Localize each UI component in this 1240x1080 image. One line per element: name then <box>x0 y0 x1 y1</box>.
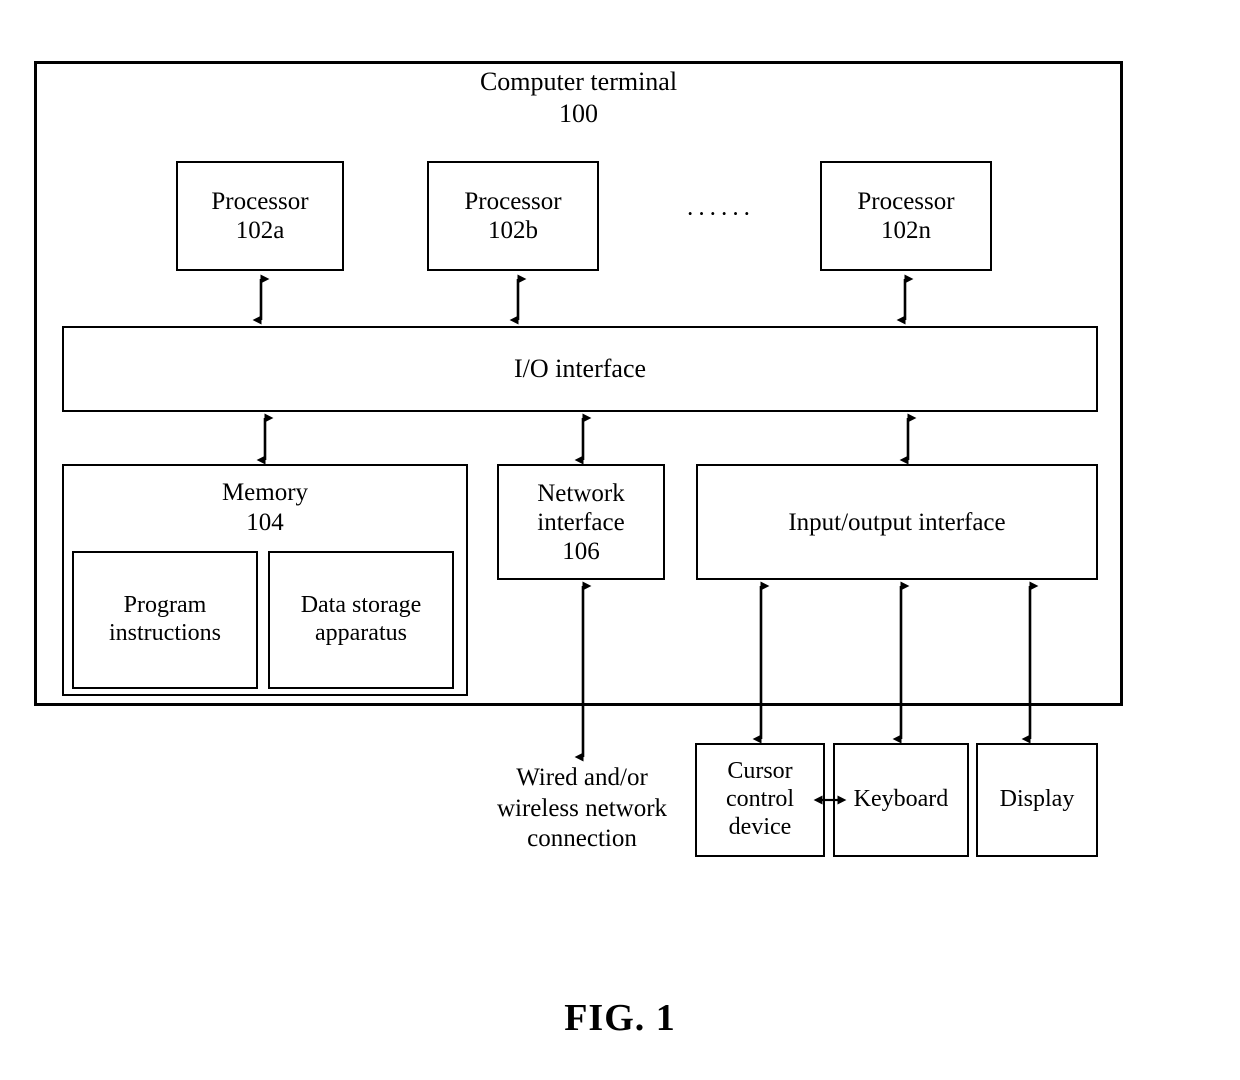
keyboard-label: Keyboard <box>853 786 949 813</box>
figure-caption: FIG. 1 <box>564 997 676 1039</box>
program-instructions-label: Program instructions <box>109 592 221 646</box>
processor-102a-box[interactable]: Processor 102a <box>176 161 344 271</box>
figure-page: Computer terminal 100 Processor 102a Pro… <box>0 0 1240 1080</box>
network-interface-label: Network interface 106 <box>537 479 625 565</box>
display-label: Display <box>999 786 1075 813</box>
network-connection-label: Wired and/or wireless network connection <box>496 764 668 852</box>
input-output-interface-box[interactable]: Input/output interface <box>696 464 1098 580</box>
program-instructions-box[interactable]: Program instructions <box>72 551 258 689</box>
memory-title: Memory 104 <box>221 479 309 536</box>
display-box[interactable]: Display <box>976 743 1098 857</box>
processor-102a-label: Processor 102a <box>211 188 309 244</box>
processor-ellipsis: ······ <box>686 201 754 228</box>
keyboard-box[interactable]: Keyboard <box>833 743 969 857</box>
processor-102n-label: Processor 102n <box>857 188 955 244</box>
processor-102n-box[interactable]: Processor 102n <box>820 161 992 271</box>
cursor-control-device-box[interactable]: Cursor control device <box>695 743 825 857</box>
data-storage-apparatus-label: Data storage apparatus <box>300 592 422 646</box>
cursor-control-device-label: Cursor control device <box>726 758 794 840</box>
processor-102b-box[interactable]: Processor 102b <box>427 161 599 271</box>
data-storage-apparatus-box[interactable]: Data storage apparatus <box>268 551 454 689</box>
io-interface-bus[interactable]: I/O interface <box>62 326 1098 412</box>
input-output-interface-label: Input/output interface <box>788 508 1006 536</box>
computer-terminal-title: Computer terminal 100 <box>479 67 678 128</box>
processor-102b-label: Processor 102b <box>464 188 562 244</box>
io-interface-label: I/O interface <box>513 353 647 383</box>
network-interface-106-box[interactable]: Network interface 106 <box>497 464 665 580</box>
